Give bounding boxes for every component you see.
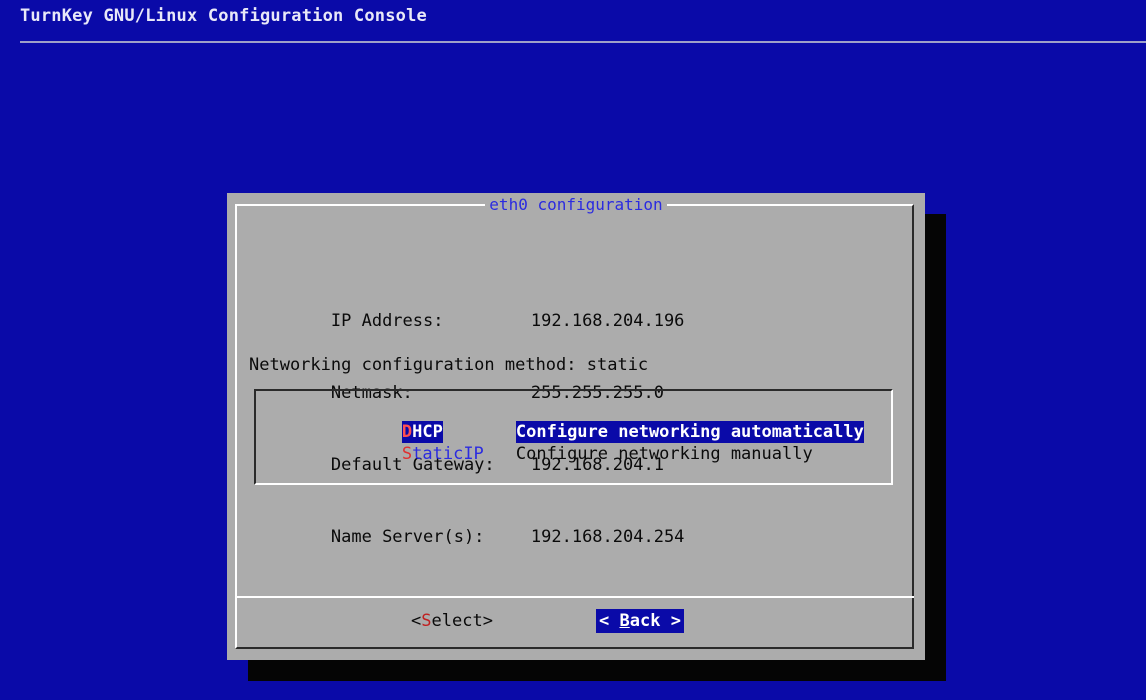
staticip-hotkey: S — [401, 444, 413, 464]
console-title-rule — [20, 41, 1146, 43]
ip-address-label: IP Address: — [330, 311, 444, 331]
console-title: TurnKey GNU/Linux Configuration Console — [20, 6, 427, 26]
name-server-value: 192.168.204.254 — [530, 527, 685, 547]
menu-item-staticip[interactable]: StaticIP Configure networking manually — [320, 421, 813, 464]
name-server-label: Name Server(s): — [330, 527, 485, 547]
staticip-tag: taticIP — [412, 444, 484, 464]
ip-address-value: 192.168.204.196 — [530, 311, 685, 331]
console-screen: TurnKey GNU/Linux Configuration Console … — [0, 0, 1146, 700]
menu-item-dhcp[interactable]: DHCP Configure networking automatically — [320, 399, 864, 443]
info-row-nameserver: Name Server(s): 192.168.204.254 — [249, 501, 685, 547]
dialog-title: eth0 configuration — [485, 195, 667, 215]
button-separator — [235, 596, 914, 598]
config-method-text: Networking configuration method: static — [249, 355, 649, 375]
select-button[interactable]: <Select> — [411, 609, 493, 633]
eth0-config-dialog: eth0 configuration IP Address: 192.168.20… — [227, 193, 925, 660]
back-button[interactable]: < Back > — [596, 609, 684, 633]
staticip-description: Configure networking manually — [515, 444, 813, 464]
method-menu: DHCP Configure networking automatically S… — [254, 389, 893, 485]
info-row-ip: IP Address: 192.168.204.196 — [249, 285, 685, 331]
